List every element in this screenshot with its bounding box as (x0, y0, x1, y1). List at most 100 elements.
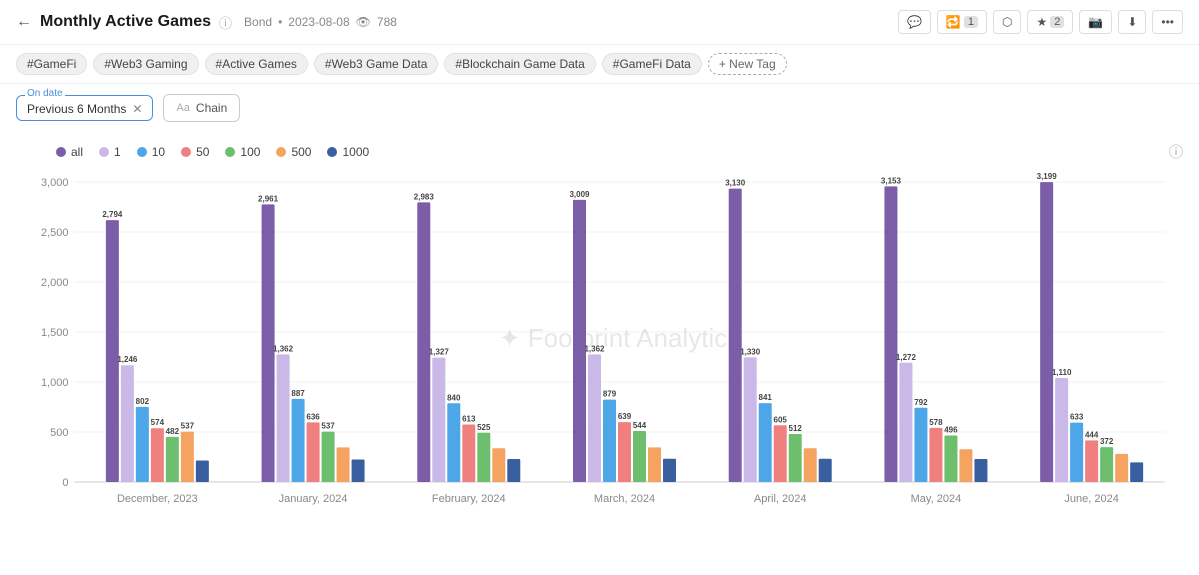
bar (899, 363, 912, 482)
bar (307, 422, 320, 482)
bar (322, 432, 335, 482)
svg-text:879: 879 (603, 390, 617, 399)
bar (759, 403, 772, 482)
date-filter[interactable]: On date Previous 6 Months ✕ (16, 95, 153, 121)
svg-text:1,110: 1,110 (1052, 368, 1072, 377)
page-title: Monthly Active Games (40, 13, 211, 31)
legend-label-all: all (71, 145, 83, 159)
header-actions: 💬 🔁 1 ⬡ ★ 2 📷 ⬇ ••• (898, 10, 1183, 34)
bar (166, 437, 179, 482)
bar (507, 459, 520, 482)
comment-btn[interactable]: 💬 (898, 10, 931, 34)
chain-text-icon: Aa (176, 102, 189, 114)
bar (262, 204, 275, 482)
svg-text:841: 841 (759, 393, 773, 402)
bar (884, 186, 897, 482)
svg-text:792: 792 (914, 398, 928, 407)
bar (603, 400, 616, 482)
bar (744, 357, 757, 482)
svg-text:January, 2024: January, 2024 (279, 493, 348, 505)
chain-filter[interactable]: Aa Chain (163, 94, 240, 122)
share-btn[interactable]: ⬡ (993, 10, 1021, 34)
svg-text:April, 2024: April, 2024 (754, 493, 807, 505)
svg-text:3,153: 3,153 (881, 176, 902, 185)
legend-dot-1000 (327, 147, 337, 157)
svg-text:3,199: 3,199 (1037, 172, 1058, 181)
tag-web3gamedata[interactable]: #Web3 Game Data (314, 53, 439, 75)
legend-label-100: 100 (240, 145, 260, 159)
svg-text:613: 613 (462, 415, 476, 424)
svg-text:3,130: 3,130 (725, 179, 746, 188)
legend-dot-all (56, 147, 66, 157)
svg-text:482: 482 (166, 427, 180, 436)
tag-gamefi[interactable]: #GameFi (16, 53, 87, 75)
svg-text:500: 500 (50, 427, 68, 439)
legend-dot-10 (137, 147, 147, 157)
star-btn[interactable]: ★ 2 (1027, 10, 1073, 34)
tag-web3gaming[interactable]: #Web3 Gaming (93, 53, 198, 75)
svg-text:512: 512 (789, 424, 803, 433)
svg-text:887: 887 (291, 389, 305, 398)
legend-label-10: 10 (152, 145, 165, 159)
bar (789, 434, 802, 482)
svg-text:February, 2024: February, 2024 (432, 493, 506, 505)
tag-blockchaindata[interactable]: #Blockchain Game Data (444, 53, 595, 75)
svg-text:605: 605 (774, 415, 788, 424)
more-btn[interactable]: ••• (1152, 10, 1183, 34)
bar (774, 425, 787, 482)
bar (292, 399, 305, 482)
svg-text:0: 0 (62, 477, 68, 489)
tag-gamefidata[interactable]: #GameFi Data (602, 53, 702, 75)
svg-text:1,362: 1,362 (273, 344, 294, 353)
bar (337, 447, 350, 482)
filters-row: On date Previous 6 Months ✕ Aa Chain (0, 84, 1199, 132)
svg-text:2,983: 2,983 (414, 192, 435, 201)
svg-text:544: 544 (633, 421, 647, 430)
bar (914, 408, 927, 482)
svg-text:840: 840 (447, 393, 461, 402)
svg-text:2,000: 2,000 (41, 277, 69, 289)
svg-text:537: 537 (181, 422, 195, 431)
svg-text:639: 639 (618, 412, 632, 421)
views-icon: 👁 (356, 15, 371, 29)
svg-text:1,000: 1,000 (41, 377, 69, 389)
svg-text:525: 525 (477, 423, 491, 432)
chart-area: all 1 10 50 100 500 1000 ⓘ 3,0002,5002,0… (0, 132, 1199, 575)
legend-100: 100 (225, 145, 260, 159)
legend-label-1000: 1000 (342, 145, 369, 159)
chart-info-icon[interactable]: ⓘ (1169, 142, 1183, 162)
svg-text:3,000: 3,000 (41, 177, 69, 189)
svg-text:636: 636 (306, 412, 320, 421)
back-button[interactable]: ← (16, 13, 32, 31)
meta-sep: • (278, 15, 282, 29)
legend-dot-1 (99, 147, 109, 157)
legend-10: 10 (137, 145, 165, 159)
svg-text:2,961: 2,961 (258, 194, 279, 203)
legend-dot-500 (276, 147, 286, 157)
bar (663, 459, 676, 482)
svg-text:496: 496 (944, 426, 958, 435)
svg-text:1,330: 1,330 (740, 347, 761, 356)
svg-text:444: 444 (1085, 430, 1099, 439)
info-icon[interactable]: ⓘ (219, 13, 232, 32)
bar (181, 432, 194, 482)
tag-activegames[interactable]: #Active Games (205, 53, 308, 75)
bar (944, 436, 957, 483)
fork-btn[interactable]: 🔁 1 (937, 10, 987, 34)
bar (633, 431, 646, 482)
header-meta: Bond • 2023-08-08 👁 788 (244, 15, 397, 29)
chain-placeholder: Chain (196, 101, 227, 115)
bar (477, 433, 490, 482)
bar (492, 448, 505, 482)
chart-svg: 3,0002,5002,0001,5001,0005000✦ Footprint… (16, 172, 1183, 562)
new-tag-button[interactable]: + New Tag (708, 53, 787, 75)
bar (974, 459, 987, 482)
camera-btn[interactable]: 📷 (1079, 10, 1112, 34)
download-btn[interactable]: ⬇ (1118, 10, 1146, 34)
svg-text:578: 578 (929, 418, 943, 427)
date-filter-close[interactable]: ✕ (132, 102, 142, 116)
legend-dot-100 (225, 147, 235, 157)
svg-text:537: 537 (321, 422, 335, 431)
svg-text:March, 2024: March, 2024 (594, 493, 655, 505)
svg-text:✦ Footprint Analytics: ✦ Footprint Analytics (499, 323, 740, 353)
